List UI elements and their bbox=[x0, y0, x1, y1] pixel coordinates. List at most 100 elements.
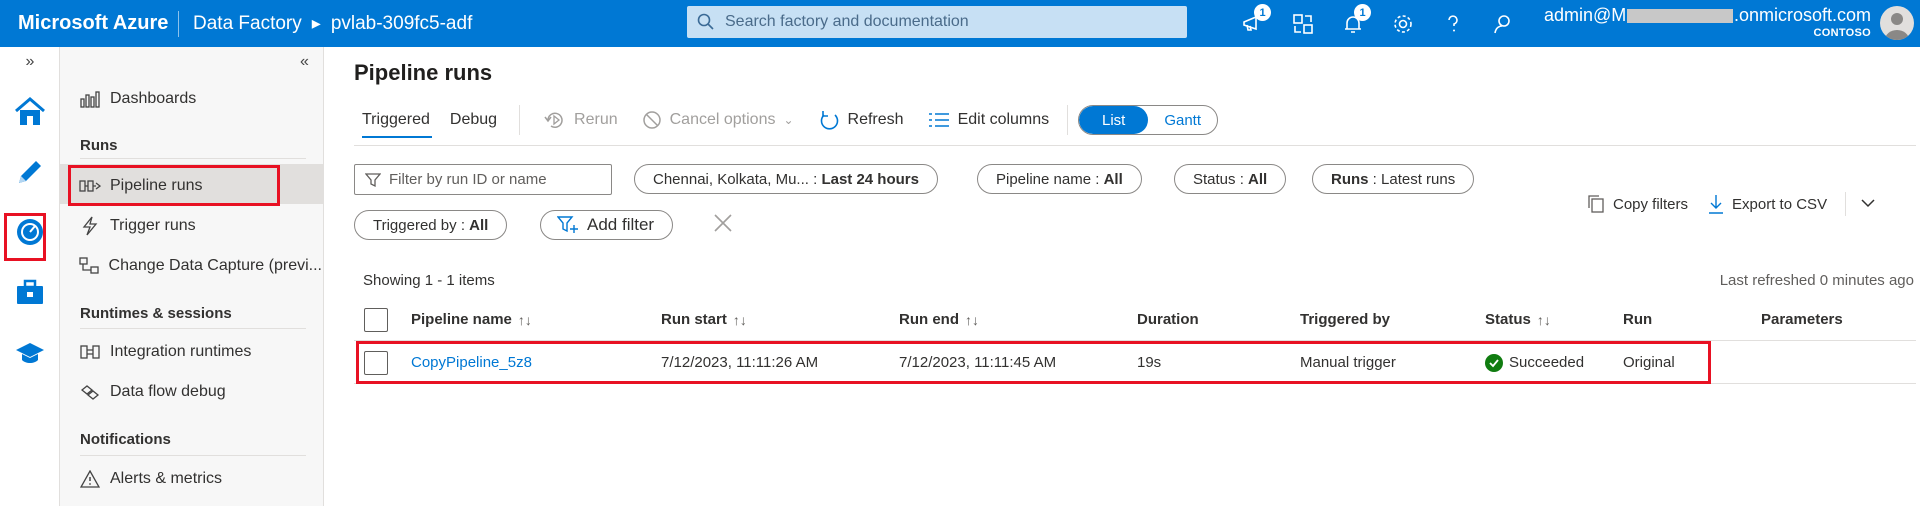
clear-filters-button[interactable] bbox=[712, 212, 734, 239]
status-filter-pill[interactable]: Status : All bbox=[1174, 164, 1287, 194]
column-parameters[interactable]: Parameters bbox=[1761, 311, 1843, 328]
chevron-down-icon bbox=[1861, 198, 1875, 207]
view-list-button[interactable]: List bbox=[1079, 106, 1149, 134]
tab-debug[interactable]: Debug bbox=[440, 102, 507, 138]
copy-filters-button[interactable]: Copy filters bbox=[1587, 194, 1688, 214]
rerun-label: Rerun bbox=[574, 111, 618, 128]
directory-icon bbox=[1293, 13, 1313, 34]
nav-section-runs: Runs bbox=[80, 137, 118, 154]
warning-icon bbox=[78, 470, 102, 488]
rail-manage[interactable] bbox=[0, 267, 60, 317]
triggered-by-filter-pill[interactable]: Triggered by : All bbox=[354, 210, 508, 240]
double-chevron-left-icon: « bbox=[300, 53, 309, 70]
refresh-button[interactable]: Refresh bbox=[806, 102, 916, 138]
sort-icon: ↑↓ bbox=[965, 311, 979, 328]
cancel-icon bbox=[642, 111, 661, 129]
user-icon bbox=[1885, 13, 1909, 40]
page-title: Pipeline runs bbox=[354, 60, 493, 85]
view-gantt-button[interactable]: Gantt bbox=[1148, 106, 1217, 134]
divider bbox=[178, 10, 179, 37]
nav-integration-runtimes[interactable]: Integration runtimes bbox=[78, 336, 322, 368]
tenant-name: CONTOSO bbox=[1813, 27, 1871, 39]
rerun-button[interactable]: Rerun bbox=[532, 102, 630, 138]
breadcrumb-data-factory[interactable]: Data Factory bbox=[193, 13, 302, 35]
announcement-badge: 1 bbox=[1254, 4, 1271, 21]
monitor-highlight bbox=[4, 213, 46, 261]
nav-integration-runtimes-label: Integration runtimes bbox=[110, 343, 252, 360]
integration-runtime-icon bbox=[78, 343, 102, 361]
divider bbox=[80, 158, 306, 159]
breadcrumb-factory-name[interactable]: pvlab-309fc5-adf bbox=[331, 13, 473, 35]
runs-filter-value: : Latest runs bbox=[1372, 170, 1456, 188]
divider bbox=[519, 105, 521, 135]
column-run-start[interactable]: Run start ↑↓ bbox=[661, 311, 747, 328]
rail-author[interactable] bbox=[0, 147, 60, 197]
cancel-options-button[interactable]: Cancel options ⌄ bbox=[630, 102, 806, 138]
home-icon bbox=[15, 97, 45, 125]
download-icon bbox=[1709, 195, 1724, 214]
search-input[interactable]: Search factory and documentation bbox=[687, 6, 1187, 38]
rail-home[interactable] bbox=[0, 87, 60, 137]
nav-trigger-runs-label: Trigger runs bbox=[110, 217, 196, 234]
notifications-button[interactable]: 1 bbox=[1328, 0, 1378, 47]
column-triggered-by[interactable]: Triggered by bbox=[1300, 311, 1390, 328]
timezone-value: Last 24 hours bbox=[821, 170, 919, 188]
help-button[interactable] bbox=[1428, 0, 1478, 47]
collapse-panel-button[interactable]: « bbox=[300, 53, 309, 71]
pipeline-name-filter-pill[interactable]: Pipeline name : All bbox=[977, 164, 1142, 194]
account-menu[interactable]: admin@M .onmicrosoft.com CONTOSO bbox=[1544, 5, 1871, 39]
select-all-checkbox[interactable] bbox=[364, 307, 388, 332]
nav-change-data-capture[interactable]: Change Data Capture (previ... bbox=[78, 250, 322, 282]
pipeline-runs-highlight bbox=[68, 165, 280, 206]
pencil-icon bbox=[19, 161, 41, 183]
add-filter-button[interactable]: Add filter bbox=[540, 210, 674, 240]
divider bbox=[1067, 105, 1069, 135]
nav-data-flow-debug-label: Data flow debug bbox=[110, 383, 226, 400]
feedback-button[interactable] bbox=[1478, 0, 1528, 47]
nav-dashboards[interactable]: Dashboards bbox=[78, 83, 322, 115]
refresh-label: Refresh bbox=[847, 111, 904, 128]
dashboard-icon bbox=[78, 90, 102, 108]
more-actions-button[interactable] bbox=[1860, 196, 1876, 213]
rail-learning[interactable] bbox=[0, 329, 60, 379]
triggered-filter-label: Triggered by : bbox=[373, 216, 465, 234]
brand-logo[interactable]: Microsoft Azure bbox=[0, 12, 178, 35]
column-run-end-label: Run end bbox=[899, 311, 959, 328]
announcement-button[interactable]: 1 bbox=[1228, 0, 1278, 47]
nav-alerts-metrics[interactable]: Alerts & metrics bbox=[78, 463, 322, 495]
edit-columns-label: Edit columns bbox=[957, 111, 1050, 128]
column-pipeline-name[interactable]: Pipeline name ↑↓ bbox=[411, 311, 532, 328]
cdc-icon bbox=[78, 256, 101, 276]
status-filter-label: Status : bbox=[1193, 170, 1244, 188]
column-duration[interactable]: Duration bbox=[1137, 311, 1199, 328]
nav-trigger-runs[interactable]: Trigger runs bbox=[78, 210, 322, 242]
runs-filter-label: Runs bbox=[1331, 170, 1369, 188]
column-status[interactable]: Status ↑↓ bbox=[1485, 311, 1551, 328]
export-csv-button[interactable]: Export to CSV bbox=[1708, 194, 1827, 214]
divider bbox=[1845, 192, 1847, 216]
last-refreshed: Last refreshed 0 minutes ago bbox=[1719, 272, 1914, 289]
tab-triggered[interactable]: Triggered bbox=[354, 102, 440, 138]
nav-section-notifications: Notifications bbox=[80, 431, 171, 448]
filter-input[interactable]: Filter by run ID or name bbox=[354, 164, 612, 195]
toolbox-icon bbox=[17, 279, 43, 304]
rerun-icon bbox=[544, 112, 563, 128]
divider bbox=[354, 145, 1916, 146]
gear-icon bbox=[1394, 14, 1412, 33]
column-run[interactable]: Run bbox=[1623, 311, 1652, 328]
edit-columns-button[interactable]: Edit columns bbox=[916, 102, 1062, 138]
timezone-filter-pill[interactable]: Chennai, Kolkata, Mu... : Last 24 hours bbox=[634, 164, 938, 194]
chevron-down-icon: ⌄ bbox=[783, 113, 794, 127]
filter-icon bbox=[365, 172, 381, 187]
breadcrumb: Data Factory ▸ pvlab-309fc5-adf bbox=[193, 13, 472, 35]
settings-button[interactable] bbox=[1378, 0, 1428, 47]
nav-data-flow-debug[interactable]: Data flow debug bbox=[78, 376, 322, 408]
runs-filter-pill[interactable]: Runs : Latest runs bbox=[1312, 164, 1475, 194]
avatar[interactable] bbox=[1880, 6, 1914, 40]
redacted-region bbox=[1627, 8, 1733, 23]
switch-directory-button[interactable] bbox=[1278, 0, 1328, 47]
filter-placeholder: Filter by run ID or name bbox=[389, 171, 547, 188]
column-run-end[interactable]: Run end ↑↓ bbox=[899, 311, 979, 328]
expand-rail-button[interactable]: » bbox=[0, 49, 60, 75]
copy-icon bbox=[1588, 195, 1604, 213]
